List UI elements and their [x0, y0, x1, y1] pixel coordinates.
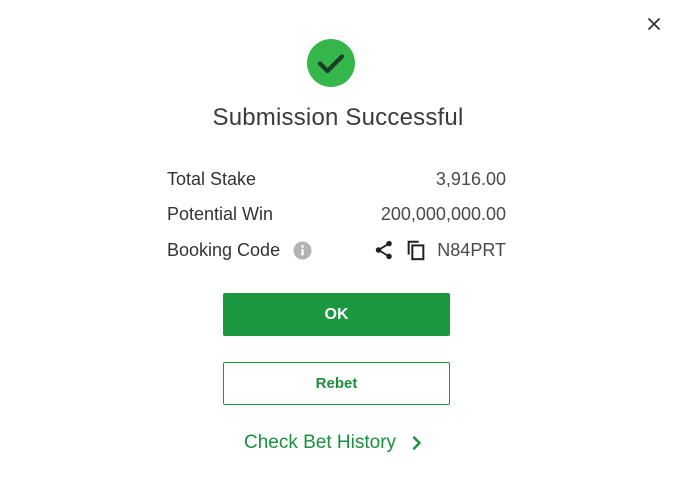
potential-win-label: Potential Win [167, 203, 274, 224]
copy-icon[interactable] [405, 239, 427, 261]
chevron-right-icon [412, 436, 421, 450]
close-icon [648, 18, 660, 30]
check-bet-history-label: Check Bet History [244, 432, 397, 453]
ok-button[interactable]: OK [223, 293, 450, 336]
total-stake-value: 3,916.00 [435, 168, 506, 189]
close-button[interactable] [643, 13, 665, 35]
booking-code-actions: N84PRT [373, 239, 506, 261]
total-stake-label: Total Stake [167, 168, 257, 189]
potential-win-row: Potential Win 200,000,000.00 [167, 200, 506, 228]
booking-code-label-group: Booking Code [167, 240, 312, 261]
rebet-button[interactable]: Rebet [223, 362, 450, 405]
submission-dialog: Submission Successful Total Stake 3,916.… [0, 0, 676, 482]
share-icon[interactable] [373, 239, 395, 261]
info-icon[interactable] [293, 240, 312, 260]
booking-code-value: N84PRT [437, 239, 506, 260]
booking-code-label: Booking Code [167, 239, 281, 260]
check-circle-icon [307, 39, 355, 87]
check-bet-history-link[interactable]: Check Bet History [244, 430, 424, 456]
dialog-title: Submission Successful [212, 104, 464, 131]
potential-win-value: 200,000,000.00 [380, 203, 506, 224]
booking-code-row: Booking Code N84PRT [167, 236, 506, 264]
total-stake-row: Total Stake 3,916.00 [167, 165, 506, 193]
